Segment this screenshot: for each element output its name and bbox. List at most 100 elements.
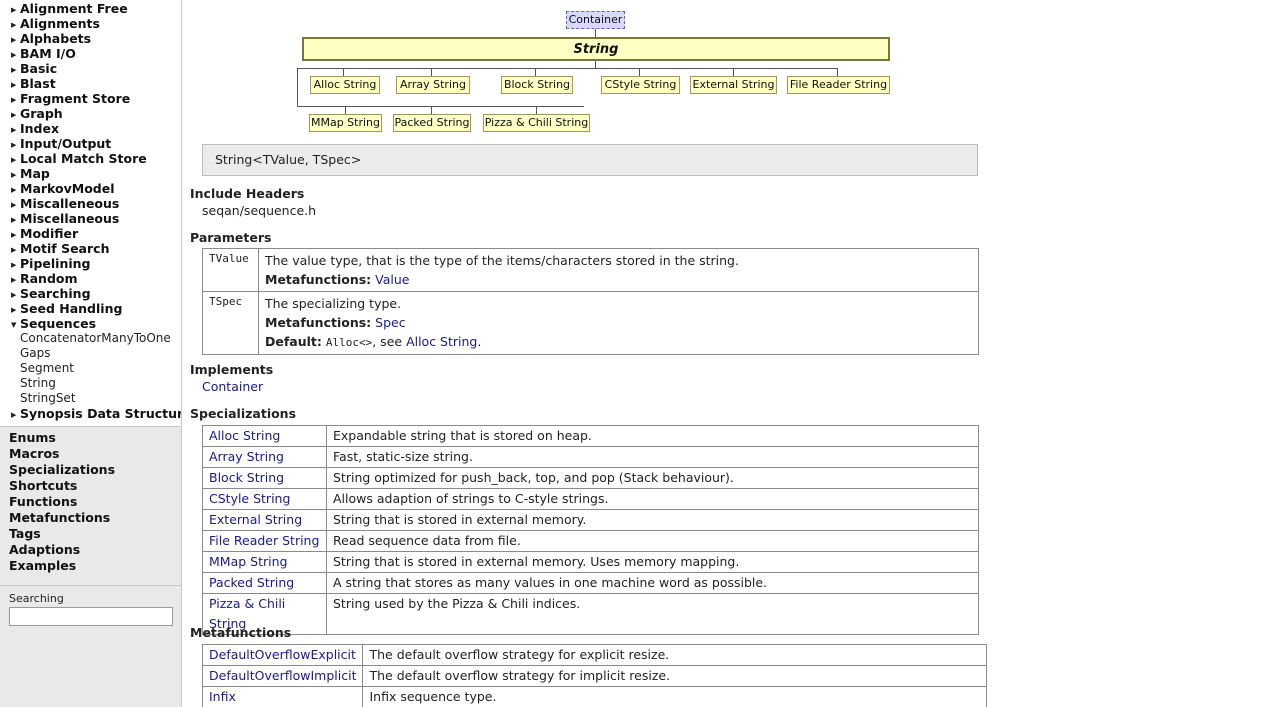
triangle-right-icon[interactable]: ▶ — [0, 63, 20, 78]
entry-link[interactable]: External String — [209, 512, 302, 527]
sidebar-category[interactable]: ▶ Basic — [0, 61, 181, 76]
connector-line — [536, 106, 537, 114]
sidebar-category[interactable]: ▼ Sequences — [0, 316, 181, 331]
entity-type-link[interactable]: Shortcuts — [0, 478, 181, 494]
entry-description: A string that stores as many values in o… — [326, 572, 979, 594]
parameters-title: Parameters — [190, 230, 272, 245]
spec-link[interactable]: Spec — [375, 315, 405, 330]
entity-type-link[interactable]: Tags — [0, 526, 181, 542]
triangle-right-icon[interactable]: ▶ — [0, 138, 20, 153]
sidebar-subitem[interactable]: Segment — [0, 361, 181, 376]
entity-type-link[interactable]: Adaptions — [0, 542, 181, 558]
sidebar-category[interactable]: ▶ Random — [0, 271, 181, 286]
triangle-right-icon[interactable]: ▶ — [0, 123, 20, 138]
diagram-node[interactable]: Packed String — [393, 114, 471, 132]
triangle-right-icon[interactable]: ▶ — [0, 213, 20, 228]
diagram-node[interactable]: CStyle String — [601, 76, 680, 94]
sidebar-category[interactable]: ▶ Miscalleneous — [0, 196, 181, 211]
table-row: Infix Infix sequence type. — [201, 686, 988, 707]
entry-description: The default overflow strategy for implic… — [362, 665, 988, 687]
sidebar-category[interactable]: ▶ Motif Search — [0, 241, 181, 256]
alloc-string-link[interactable]: Alloc String — [406, 334, 477, 349]
triangle-right-icon[interactable]: ▶ — [0, 273, 20, 288]
specializations-title: Specializations — [190, 406, 297, 421]
triangle-right-icon[interactable]: ▶ — [0, 48, 20, 63]
sidebar-category[interactable]: ▶ Alignments — [0, 16, 181, 31]
sidebar-category[interactable]: ▶ BAM I/O — [0, 46, 181, 61]
triangle-right-icon[interactable]: ▶ — [0, 228, 20, 243]
entry-link[interactable]: DefaultOverflowImplicit — [209, 668, 356, 683]
entry-link[interactable]: CStyle String — [209, 491, 290, 506]
diagram-node[interactable]: File Reader String — [787, 76, 890, 94]
entity-type-link[interactable]: Examples — [0, 558, 181, 574]
sidebar-subitem[interactable]: ConcatenatorManyToOne — [0, 331, 181, 346]
sidebar-category[interactable]: ▶ Seed Handling — [0, 301, 181, 316]
entry-link[interactable]: Array String — [209, 449, 284, 464]
entry-link[interactable]: Infix — [209, 689, 236, 704]
diagram-node[interactable]: Array String — [396, 76, 470, 94]
sidebar-category[interactable]: ▶ Searching — [0, 286, 181, 301]
triangle-right-icon[interactable]: ▶ — [0, 33, 20, 48]
param-key: TSpec — [202, 291, 259, 355]
entity-type-link[interactable]: Metafunctions — [0, 510, 181, 526]
sidebar-category[interactable]: ▶ Fragment Store — [0, 91, 181, 106]
connector-line — [733, 68, 734, 76]
sidebar-subitem[interactable]: String — [0, 376, 181, 391]
entity-type-link[interactable]: Macros — [0, 446, 181, 462]
entry-link[interactable]: Block String — [209, 470, 284, 485]
entry-link[interactable]: DefaultOverflowExplicit — [209, 647, 356, 662]
sidebar-category-label: Blast — [20, 76, 56, 91]
sidebar-category[interactable]: ▶ Pipelining — [0, 256, 181, 271]
triangle-right-icon[interactable]: ▶ — [0, 303, 20, 318]
implements-container-link[interactable]: Container — [202, 379, 263, 394]
entry-link[interactable]: Alloc String — [209, 428, 280, 443]
entity-type-link[interactable]: Functions — [0, 494, 181, 510]
triangle-right-icon[interactable]: ▶ — [0, 153, 20, 168]
category-tree: ▶ Alignment Free ▶ Alignments ▶ Alphabets ▶ BAM… — [0, 0, 181, 421]
triangle-right-icon[interactable]: ▶ — [0, 198, 20, 213]
entity-type-link[interactable]: Specializations — [0, 462, 181, 478]
search-input[interactable] — [9, 607, 173, 626]
triangle-right-icon[interactable]: ▶ — [0, 408, 20, 423]
triangle-right-icon[interactable]: ▶ — [0, 78, 20, 93]
entry-link[interactable]: MMap String — [209, 554, 287, 569]
sidebar-subitem[interactable]: StringSet — [0, 391, 181, 406]
value-link[interactable]: Value — [375, 272, 409, 287]
sidebar-category[interactable]: ▶ Modifier — [0, 226, 181, 241]
sidebar-category[interactable]: ▶ MarkovModel — [0, 181, 181, 196]
diagram-node[interactable]: External String — [690, 76, 777, 94]
entry-description: String used by the Pizza & Chili indices… — [326, 593, 979, 635]
triangle-right-icon[interactable]: ▶ — [0, 3, 20, 18]
sidebar-category[interactable]: ▶ Local Match Store — [0, 151, 181, 166]
triangle-right-icon[interactable]: ▶ — [0, 243, 20, 258]
diagram-node[interactable]: Pizza & Chili String — [483, 114, 590, 132]
diagram-node[interactable]: Block String — [501, 76, 573, 94]
triangle-right-icon[interactable]: ▶ — [0, 183, 20, 198]
sidebar-category[interactable]: ▶ Map — [0, 166, 181, 181]
triangle-right-icon[interactable]: ▶ — [0, 93, 20, 108]
entity-type-link[interactable]: Enums — [0, 430, 181, 446]
entry-link[interactable]: Packed String — [209, 575, 294, 590]
param-description: The value type, that is the type of the … — [265, 253, 739, 268]
sidebar-category[interactable]: ▶ Input/Output — [0, 136, 181, 151]
sidebar-category[interactable]: ▶ Index — [0, 121, 181, 136]
sidebar-category[interactable]: ▶ Miscellaneous — [0, 211, 181, 226]
sidebar-category[interactable]: ▶ Graph — [0, 106, 181, 121]
sidebar-category[interactable]: ▶ Alignment Free — [0, 1, 181, 16]
triangle-right-icon[interactable]: ▶ — [0, 288, 20, 303]
sidebar-subitem[interactable]: Gaps — [0, 346, 181, 361]
entry-link[interactable]: File Reader String — [209, 533, 319, 548]
sidebar-category[interactable]: ▶ Blast — [0, 76, 181, 91]
diagram-node-container[interactable]: Container — [566, 11, 625, 29]
triangle-right-icon[interactable]: ▶ — [0, 258, 20, 273]
triangle-right-icon[interactable]: ▶ — [0, 108, 20, 123]
triangle-right-icon[interactable]: ▶ — [0, 168, 20, 183]
sidebar-category[interactable]: ▶ Synopsis Data Structures — [0, 406, 181, 421]
sidebar-category-label: Searching — [20, 286, 91, 301]
diagram-node[interactable]: Alloc String — [310, 76, 380, 94]
triangle-down-icon[interactable]: ▼ — [0, 318, 20, 333]
triangle-right-icon[interactable]: ▶ — [0, 18, 20, 33]
sidebar-category-label: Index — [20, 121, 60, 136]
diagram-node[interactable]: MMap String — [309, 114, 382, 132]
sidebar-category[interactable]: ▶ Alphabets — [0, 31, 181, 46]
